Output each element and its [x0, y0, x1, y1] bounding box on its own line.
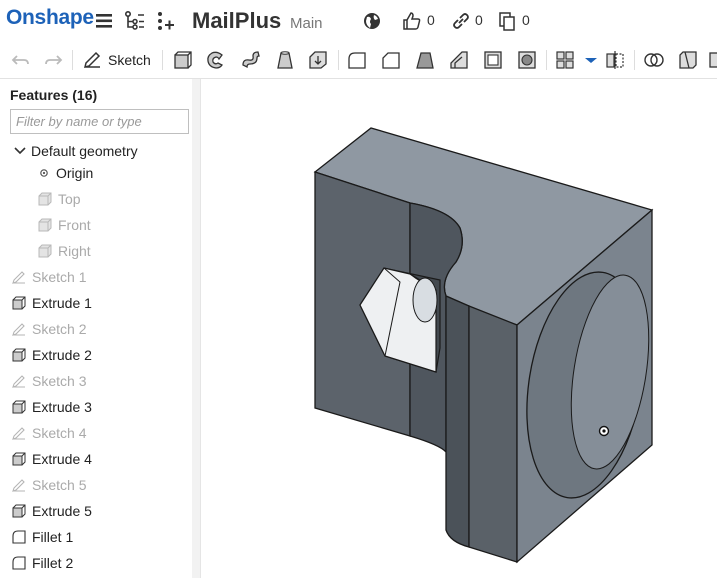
link-icon[interactable]: [450, 10, 472, 32]
sweep-icon[interactable]: [240, 49, 262, 71]
default-geometry-label: Default geometry: [31, 143, 138, 159]
extrude-icon[interactable]: [172, 49, 194, 71]
fillet-icon: [12, 556, 26, 570]
feature-label: Extrude 5: [32, 503, 92, 519]
feature-item-sketch[interactable]: Sketch 3: [12, 370, 86, 392]
feature-label: Extrude 3: [32, 399, 92, 415]
likes-count: 0: [427, 12, 435, 28]
extrude-icon: [12, 452, 26, 466]
feature-label: Fillet 2: [32, 555, 74, 571]
hamburger-menu-icon[interactable]: [94, 10, 116, 32]
origin-item[interactable]: Origin: [38, 162, 93, 184]
panel-scrollbar[interactable]: [192, 79, 200, 578]
thicken-icon[interactable]: [307, 49, 329, 71]
extrude-icon: [12, 400, 26, 414]
origin-label: Origin: [56, 165, 94, 181]
feature-label: Sketch 4: [32, 425, 87, 441]
plane-icon: [38, 244, 52, 258]
sketch-button[interactable]: Sketch: [82, 48, 151, 72]
globe-icon[interactable]: [361, 10, 383, 32]
feature-label: Sketch 2: [32, 321, 87, 337]
revolve-icon[interactable]: [205, 49, 227, 71]
redo-icon[interactable]: [42, 49, 64, 71]
pattern-icon[interactable]: [555, 49, 577, 71]
rib-icon[interactable]: [448, 49, 470, 71]
feature-toolbar: Sketch: [0, 42, 717, 79]
plane-icon: [38, 218, 52, 232]
feature-item-extrude[interactable]: Extrude 4: [12, 448, 92, 470]
shell-icon[interactable]: [482, 49, 504, 71]
origin-icon: [40, 169, 48, 177]
features-title: Features (16): [10, 87, 98, 103]
sketch-icon: [12, 375, 25, 388]
hole-icon[interactable]: [516, 49, 538, 71]
transform-icon[interactable]: [708, 49, 717, 71]
sketch-icon: [12, 271, 25, 284]
plane-label: Top: [58, 191, 81, 207]
chamfer-icon[interactable]: [380, 49, 402, 71]
feature-item-sketch[interactable]: Sketch 5: [12, 474, 86, 496]
insert-icon[interactable]: [155, 10, 177, 32]
undo-icon[interactable]: [10, 49, 32, 71]
feature-label: Sketch 3: [32, 373, 87, 389]
split-icon[interactable]: [677, 49, 699, 71]
loft-icon[interactable]: [274, 49, 296, 71]
model-front-right-face: [468, 305, 518, 563]
feature-filter-input[interactable]: [10, 109, 189, 134]
plane-label: Right: [58, 243, 91, 259]
feature-label: Sketch 1: [32, 269, 87, 285]
document-title[interactable]: MailPlus: [192, 8, 281, 34]
feature-item-sketch[interactable]: Sketch 1: [12, 266, 86, 288]
links-count: 0: [475, 12, 483, 28]
default-geometry-folder[interactable]: Default geometry: [14, 140, 138, 162]
feature-item-fillet[interactable]: Fillet 1: [12, 526, 73, 548]
feature-item-extrude[interactable]: Extrude 2: [12, 344, 92, 366]
pattern-dropdown-chevron-icon[interactable]: [580, 49, 602, 71]
feature-list-panel: Features (16) Default geometry Origin To…: [0, 79, 201, 578]
pencil-icon: [83, 51, 101, 69]
fillet-icon: [12, 530, 26, 544]
extrude-icon: [12, 348, 26, 362]
model-stem-face: [445, 295, 470, 548]
plane-item-top[interactable]: Top: [38, 188, 81, 210]
feature-label: Fillet 1: [32, 529, 74, 545]
graphics-viewport[interactable]: [201, 79, 717, 578]
sketch-icon: [12, 323, 25, 336]
sketch-label: Sketch: [108, 52, 151, 68]
feature-label: Sketch 5: [32, 477, 87, 493]
plane-item-right[interactable]: Right: [38, 240, 91, 262]
plane-label: Front: [58, 217, 91, 233]
feature-item-sketch[interactable]: Sketch 2: [12, 318, 86, 340]
sketch-icon: [12, 479, 25, 492]
plane-item-front[interactable]: Front: [38, 214, 91, 236]
draft-icon[interactable]: [414, 49, 436, 71]
extrude-icon: [12, 504, 26, 518]
feature-label: Extrude 1: [32, 295, 92, 311]
feature-item-extrude[interactable]: Extrude 1: [12, 292, 92, 314]
fillet-icon[interactable]: [346, 49, 368, 71]
feature-item-extrude[interactable]: Extrude 5: [12, 500, 92, 522]
sketch-icon: [12, 427, 25, 440]
onshape-logo[interactable]: Onshape: [6, 6, 94, 30]
feature-label: Extrude 4: [32, 451, 92, 467]
feature-item-fillet[interactable]: Fillet 2: [12, 552, 73, 574]
copies-count: 0: [522, 12, 530, 28]
chevron-down-icon[interactable]: [14, 144, 26, 158]
feature-item-extrude[interactable]: Extrude 3: [12, 396, 92, 418]
feature-list-icon[interactable]: [124, 10, 146, 32]
extrude-icon: [12, 296, 26, 310]
boolean-icon[interactable]: [643, 49, 665, 71]
copies-icon[interactable]: [496, 10, 518, 32]
feature-label: Extrude 2: [32, 347, 92, 363]
part-model-render[interactable]: [201, 79, 717, 578]
branch-name[interactable]: Main: [290, 15, 323, 32]
plane-icon: [38, 192, 52, 206]
thumbs-up-icon[interactable]: [401, 10, 423, 32]
feature-item-sketch[interactable]: Sketch 4: [12, 422, 86, 444]
top-bar: Onshape MailPlus Main 0 0 0: [0, 0, 717, 42]
mirror-icon[interactable]: [604, 49, 626, 71]
